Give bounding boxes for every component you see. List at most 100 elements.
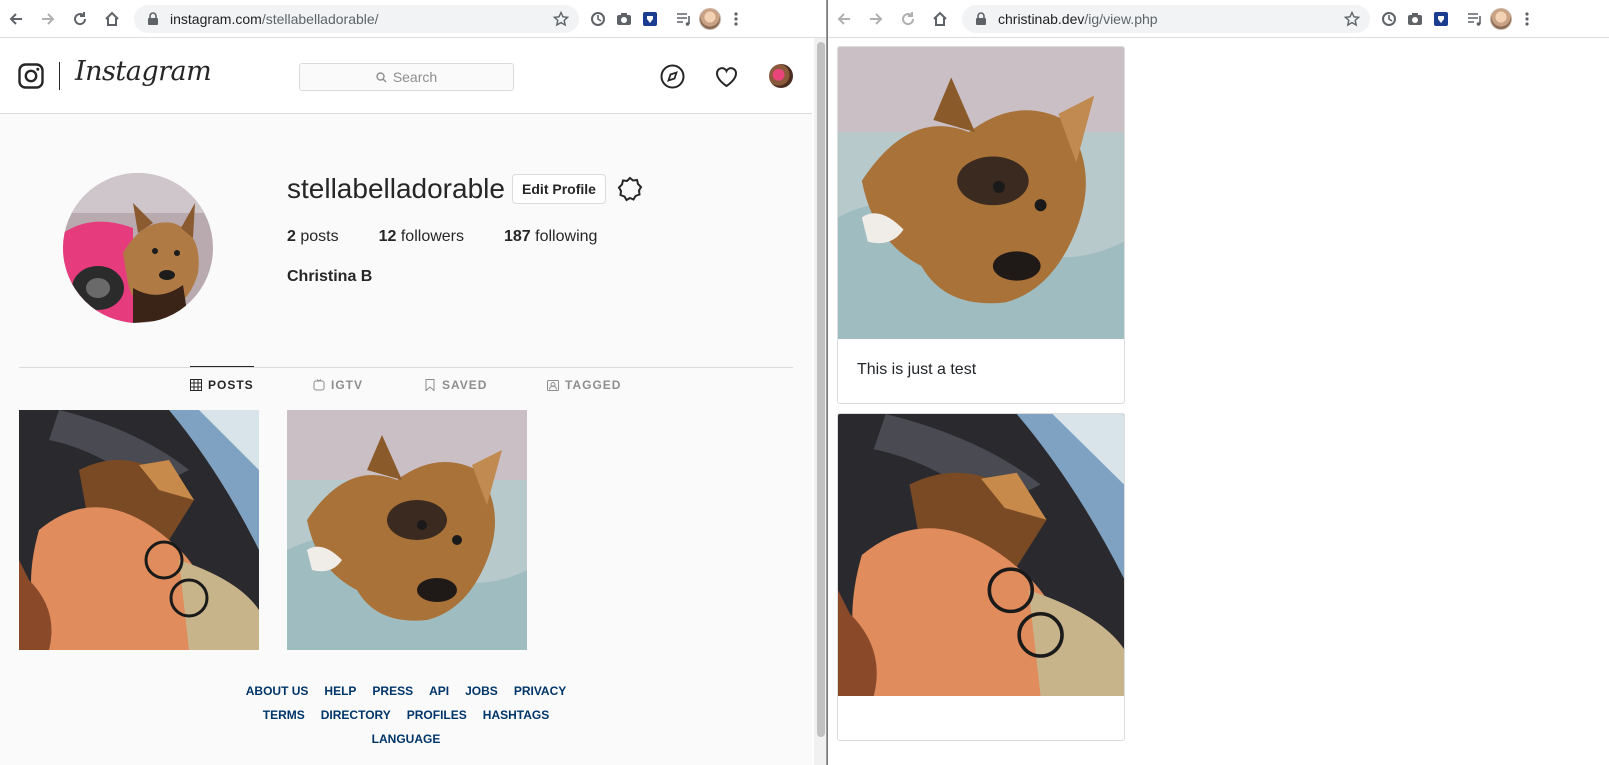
post-caption bbox=[838, 696, 1124, 740]
playlist-icon bbox=[677, 12, 690, 26]
footer-links-row-1: ABOUT US HELP PRESS API JOBS PRIVACY bbox=[0, 684, 812, 698]
address-url: instagram.com/stellabelladorable/ bbox=[170, 10, 379, 27]
profile-button[interactable] bbox=[697, 5, 723, 33]
activity-heart-icon[interactable] bbox=[714, 64, 739, 89]
forward-button[interactable] bbox=[32, 3, 64, 35]
playlist-icon bbox=[1468, 12, 1481, 26]
tab-saved[interactable]: SAVED bbox=[424, 378, 487, 392]
scrollbar-thumb[interactable] bbox=[817, 42, 825, 737]
more-vertical-icon bbox=[1525, 11, 1529, 26]
reload-button[interactable] bbox=[892, 3, 924, 35]
reload-icon bbox=[74, 11, 87, 25]
history-extension[interactable] bbox=[585, 5, 611, 33]
followers-stat[interactable]: 12 followers bbox=[379, 228, 464, 246]
browser-toolbar: christinab.dev/ig/view.php bbox=[828, 0, 1609, 38]
camera-icon bbox=[617, 12, 631, 25]
footer-link[interactable]: HELP bbox=[324, 684, 356, 698]
page-scrollbar[interactable] bbox=[814, 38, 826, 765]
footer-link[interactable]: ABOUT US bbox=[246, 684, 309, 698]
address-bar[interactable]: instagram.com/stellabelladorable/ bbox=[134, 4, 579, 33]
more-vertical-icon bbox=[734, 11, 738, 26]
home-icon bbox=[933, 11, 947, 26]
screenshot-extension[interactable] bbox=[1402, 5, 1428, 33]
address-bar[interactable]: christinab.dev/ig/view.php bbox=[962, 4, 1370, 33]
edit-profile-button[interactable]: Edit Profile bbox=[512, 174, 606, 204]
chrome-menu-button[interactable] bbox=[723, 5, 749, 33]
back-button[interactable] bbox=[828, 3, 860, 35]
person-with-dog-photo-icon bbox=[838, 414, 1124, 696]
lock-icon bbox=[148, 11, 158, 25]
profile-full-name: Christina B bbox=[287, 268, 373, 285]
address-url: christinab.dev/ig/view.php bbox=[998, 10, 1158, 27]
clock-icon bbox=[591, 11, 605, 26]
bookmark-star-icon[interactable] bbox=[553, 10, 569, 27]
grid-icon bbox=[190, 379, 202, 391]
screenshot-extension[interactable] bbox=[611, 5, 637, 33]
footer-link[interactable]: HASHTAGS bbox=[483, 708, 549, 722]
view-page: This is just a test bbox=[828, 38, 1609, 765]
home-button[interactable] bbox=[924, 3, 956, 35]
person-with-dog-photo-icon bbox=[19, 410, 259, 650]
home-button[interactable] bbox=[96, 3, 128, 35]
forward-arrow-icon bbox=[870, 12, 883, 25]
footer-link[interactable]: JOBS bbox=[465, 684, 498, 698]
profile-username: stellabelladorable bbox=[287, 173, 505, 204]
reload-button[interactable] bbox=[64, 3, 96, 35]
footer-link[interactable]: PRIVACY bbox=[514, 684, 566, 698]
bookmark-star-icon[interactable] bbox=[1344, 10, 1360, 27]
instagram-glyph-icon[interactable] bbox=[18, 63, 44, 89]
dog-on-blanket-photo-icon bbox=[838, 47, 1124, 339]
profile-button[interactable] bbox=[1488, 5, 1514, 33]
instagram-page: Instagram Search stellabelladorable Edit… bbox=[0, 38, 812, 765]
bookmark-icon bbox=[425, 379, 435, 391]
post-card: This is just a test bbox=[837, 46, 1125, 404]
blue-extension[interactable] bbox=[1428, 5, 1454, 33]
explore-compass-icon[interactable] bbox=[660, 64, 685, 89]
footer-links-row-2: TERMS DIRECTORY PROFILES HASHTAGS bbox=[0, 708, 812, 722]
post-caption: This is just a test bbox=[857, 361, 977, 378]
search-icon bbox=[376, 71, 387, 82]
chrome-menu-button[interactable] bbox=[1514, 5, 1540, 33]
post-card bbox=[837, 413, 1125, 741]
logo-separator bbox=[59, 62, 60, 90]
posts-stat: 2 posts bbox=[287, 228, 339, 245]
post-thumbnail[interactable] bbox=[19, 410, 259, 650]
profile-avatar-icon bbox=[699, 7, 721, 30]
forward-button[interactable] bbox=[860, 3, 892, 35]
back-button[interactable] bbox=[0, 3, 32, 35]
back-arrow-icon bbox=[9, 12, 22, 25]
instagram-navbar: Instagram Search bbox=[0, 38, 812, 114]
search-placeholder: Search bbox=[392, 69, 438, 85]
profile-nav-avatar[interactable] bbox=[769, 64, 793, 88]
clock-icon bbox=[1382, 11, 1396, 26]
tab-tagged[interactable]: TAGGED bbox=[547, 378, 621, 392]
settings-gear-icon[interactable] bbox=[617, 176, 643, 202]
post-thumbnail[interactable] bbox=[287, 410, 527, 650]
profile-avatar-icon bbox=[1490, 7, 1512, 30]
tab-igtv[interactable]: IGTV bbox=[313, 378, 363, 392]
extension-shield-icon bbox=[643, 11, 657, 26]
active-tab-indicator bbox=[190, 366, 254, 367]
profile-stats: 2 posts 12 followers 187 following bbox=[287, 228, 637, 246]
instagram-wordmark[interactable]: Instagram bbox=[75, 56, 212, 87]
profile-avatar[interactable] bbox=[63, 173, 213, 323]
history-extension[interactable] bbox=[1376, 5, 1402, 33]
reload-icon bbox=[902, 11, 915, 25]
media-control-button[interactable] bbox=[1462, 5, 1488, 33]
footer-link[interactable]: PROFILES bbox=[407, 708, 467, 722]
tv-icon bbox=[313, 379, 325, 391]
footer-link[interactable]: DIRECTORY bbox=[321, 708, 391, 722]
lock-icon bbox=[976, 11, 986, 25]
footer-links-row-3: LANGUAGE bbox=[0, 732, 812, 746]
footer-link[interactable]: PRESS bbox=[372, 684, 413, 698]
search-input[interactable]: Search bbox=[299, 63, 514, 91]
right-browser-window: christinab.dev/ig/view.php This is just … bbox=[828, 0, 1609, 765]
footer-link[interactable]: TERMS bbox=[263, 708, 305, 722]
tab-posts[interactable]: POSTS bbox=[190, 378, 254, 392]
following-stat[interactable]: 187 following bbox=[504, 228, 597, 246]
footer-link[interactable]: API bbox=[429, 684, 449, 698]
blue-extension[interactable] bbox=[637, 5, 663, 33]
media-control-button[interactable] bbox=[671, 5, 697, 33]
footer-link[interactable]: LANGUAGE bbox=[372, 732, 441, 746]
camera-icon bbox=[1408, 12, 1422, 25]
